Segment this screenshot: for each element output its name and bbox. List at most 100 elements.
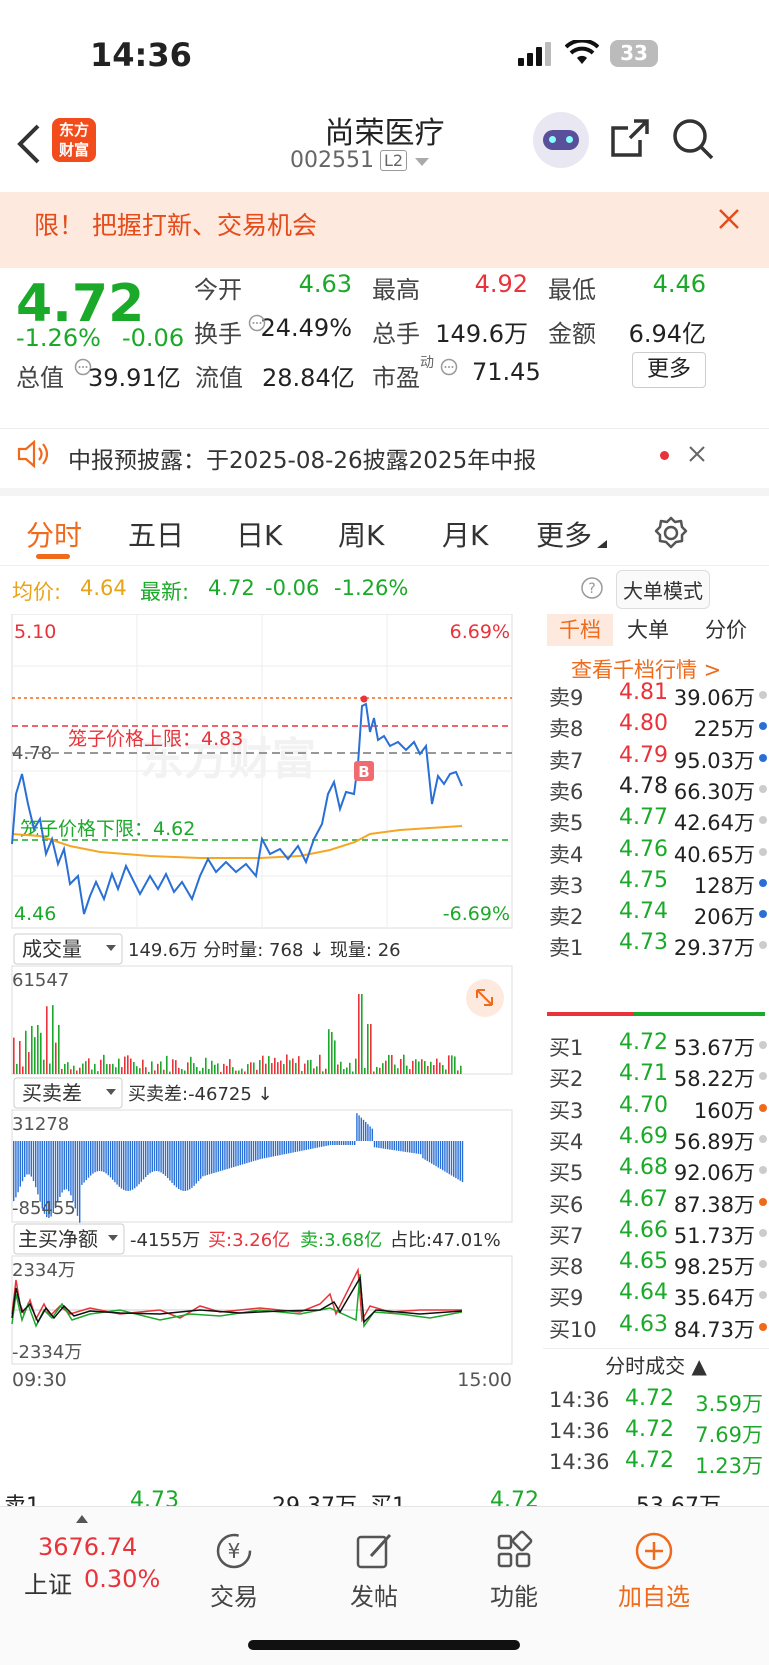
bid-row[interactable]: 买1 4.72 53.67万 <box>543 1028 769 1061</box>
bid-row[interactable]: 买10 4.63 84.73万 <box>543 1310 769 1343</box>
quote-field-value: 149.6万 <box>435 320 528 348</box>
diff-bar <box>380 1141 382 1149</box>
assistant-avatar[interactable] <box>533 112 589 168</box>
diff-bar <box>211 1141 213 1174</box>
diff-bar <box>446 1141 448 1173</box>
volume-bar <box>148 1071 150 1074</box>
diff-bar <box>164 1141 167 1176</box>
expand-up-icon[interactable] <box>76 1515 88 1523</box>
diff-bar <box>356 1113 358 1141</box>
diff-bar <box>373 1141 376 1148</box>
diff-bar <box>39 1141 41 1202</box>
strip-bid-label: 买1 <box>370 1488 406 1506</box>
more-button[interactable]: 更多 <box>632 352 706 388</box>
diff-bar <box>285 1141 288 1154</box>
diff-bar <box>345 1141 347 1145</box>
diff-bar <box>360 1117 362 1141</box>
info-icon[interactable] <box>248 314 266 332</box>
bid-row[interactable]: 买2 4.71 58.22万 <box>543 1059 769 1092</box>
volume-bar <box>136 1066 138 1074</box>
tab-big-order[interactable]: 大单 <box>627 614 669 646</box>
notice-bar[interactable]: 中报预披露：于2025-08-26披露2025年中报 <box>0 428 769 496</box>
tick-row: 14:36 4.72 1.23万 <box>543 1446 769 1479</box>
ask-row[interactable]: 卖6 4.78 66.30万 <box>543 772 769 805</box>
promo-banner[interactable]: 限！ 把握打新、交易机会 <box>0 192 769 268</box>
tab-price-dist[interactable]: 分价 <box>705 614 747 646</box>
ask-row[interactable]: 卖5 4.77 42.64万 <box>543 803 769 836</box>
close-icon[interactable] <box>688 445 706 463</box>
dropdown-icon[interactable] <box>415 158 429 168</box>
share-icon[interactable] <box>610 118 650 158</box>
diff-bar <box>195 1141 197 1184</box>
avg-value: 4.64 <box>80 576 127 600</box>
diff-bar <box>413 1141 415 1154</box>
tab-monthly[interactable]: 月K <box>442 514 488 554</box>
volume-bar <box>307 1060 309 1074</box>
help-icon[interactable]: ? <box>580 576 604 600</box>
level-volume: 225万 <box>693 717 755 742</box>
volume-bar <box>367 1024 369 1074</box>
level-label: 卖8 <box>549 717 584 742</box>
volume-bar <box>181 1068 183 1074</box>
tab-weekly[interactable]: 周K <box>338 514 384 554</box>
diff-bar <box>160 1141 162 1173</box>
tab-intraday[interactable]: 分时 <box>26 514 82 554</box>
nav-post[interactable]: 发帖 <box>314 1529 434 1612</box>
nav-add-watchlist[interactable]: 加自选 <box>594 1529 714 1612</box>
diff-bar <box>189 1141 191 1190</box>
volume-bar <box>124 1056 126 1074</box>
ask-row[interactable]: 卖2 4.74 206万 <box>543 897 769 930</box>
diff-bar <box>457 1141 459 1180</box>
notice-text: 中报预披露：于2025-08-26披露2025年中报 <box>68 448 537 474</box>
bid-row[interactable]: 买9 4.64 35.64万 <box>543 1278 769 1311</box>
tab-5day[interactable]: 五日 <box>128 514 184 554</box>
nav-trade[interactable]: ¥ 交易 <box>174 1529 294 1612</box>
index-value[interactable]: 3676.74 <box>38 1533 137 1561</box>
bid-row[interactable]: 买3 4.70 160万 <box>543 1091 769 1124</box>
bid-row[interactable]: 买8 4.65 98.25万 <box>543 1247 769 1280</box>
home-indicator <box>248 1640 520 1650</box>
level-price: 4.76 <box>619 836 668 862</box>
volume-bar <box>319 1054 321 1074</box>
big-order-mode-button[interactable]: 大单模式 <box>616 570 710 609</box>
pct-max-label: 6.69% <box>450 621 510 643</box>
netbuy-value: -4155万 <box>130 1230 200 1251</box>
bid-row[interactable]: 买6 4.67 87.38万 <box>543 1185 769 1218</box>
settings-icon[interactable] <box>654 516 688 550</box>
intraday-chart[interactable]: 东方财富 5.10 4.46 6.69% -6.69% 4.78 笼子价格上限：… <box>0 614 543 1484</box>
ask-row[interactable]: 卖1 4.73 29.37万 <box>543 928 769 961</box>
ask-row[interactable]: 卖7 4.79 95.03万 <box>543 741 769 774</box>
diff-bar <box>347 1141 349 1145</box>
ask-row[interactable]: 卖3 4.75 128万 <box>543 866 769 899</box>
tab-daily[interactable]: 日K <box>236 514 282 554</box>
diff-bar <box>222 1141 224 1171</box>
volume-bar <box>331 1032 333 1074</box>
diff-bar <box>72 1141 74 1202</box>
info-icon[interactable] <box>440 358 458 376</box>
search-icon[interactable] <box>672 118 714 160</box>
price-panel: 东方财富 5.10 4.46 6.69% -6.69% 4.78 笼子价格上限：… <box>11 614 513 929</box>
index-pct: 0.30% <box>84 1565 161 1593</box>
bid-row[interactable]: 买7 4.66 51.73万 <box>543 1216 769 1249</box>
ask-row[interactable]: 卖8 4.80 225万 <box>543 709 769 742</box>
tab-depth[interactable]: 千档 <box>547 614 613 646</box>
ask-row[interactable]: 卖4 4.76 40.65万 <box>543 835 769 868</box>
diff-bar <box>15 1141 17 1198</box>
close-icon[interactable] <box>718 208 740 230</box>
bid-row[interactable]: 买5 4.68 92.06万 <box>543 1153 769 1186</box>
diff-bar <box>19 1141 21 1187</box>
level-volume: 51.73万 <box>673 1223 755 1248</box>
level-marker-dot <box>759 1260 767 1269</box>
diff-bar <box>233 1141 235 1168</box>
ticks-title[interactable]: 分时成交 ▲ <box>543 1350 769 1379</box>
tab-more[interactable]: 更多 <box>536 514 592 554</box>
ask-row[interactable]: 卖9 4.81 39.06万 <box>543 678 769 711</box>
caret-icon <box>597 540 607 548</box>
level-price: 4.75 <box>619 867 668 893</box>
diff-bar <box>292 1141 294 1153</box>
nav-functions[interactable]: 功能 <box>454 1529 574 1612</box>
level-volume: 87.38万 <box>673 1192 755 1217</box>
level-badge: L2 <box>380 150 408 171</box>
volume-bar <box>262 1055 264 1074</box>
bid-row[interactable]: 买4 4.69 56.89万 <box>543 1122 769 1155</box>
